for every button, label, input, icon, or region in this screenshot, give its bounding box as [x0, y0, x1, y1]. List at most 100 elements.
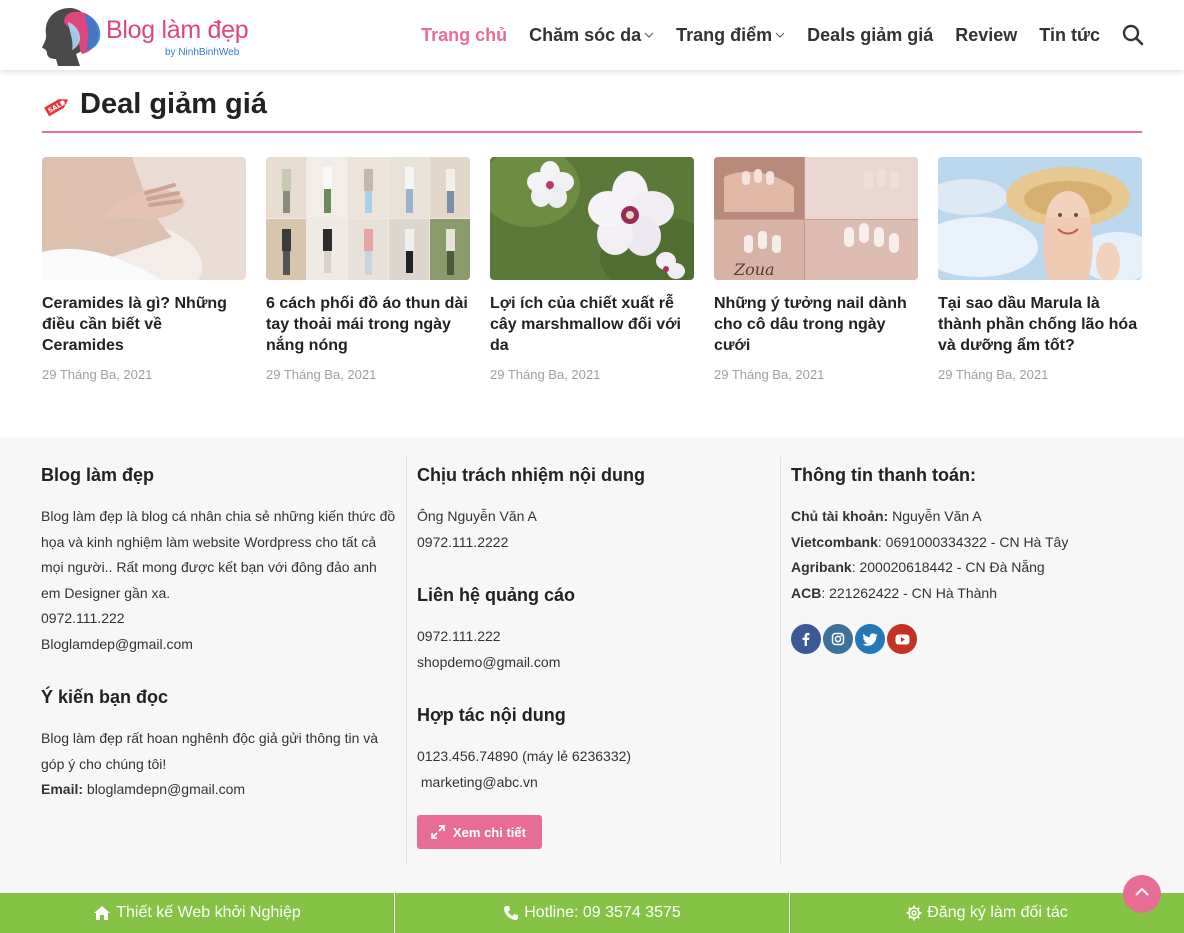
- post-date: 29 Tháng Ba, 2021: [938, 367, 1049, 382]
- bank-detail: : 0691000334322 - CN Hà Tây: [877, 533, 1069, 550]
- post-card[interactable]: 6 cách phối đồ áo thun dài tay thoải mái…: [266, 157, 470, 382]
- logo-subtitle: by NinhBinhWeb: [165, 47, 240, 58]
- sale-tag-icon: SALE: [44, 98, 69, 116]
- chevron-down-icon: [644, 32, 654, 38]
- nav-item-label: Review: [955, 24, 1018, 45]
- post-title[interactable]: Tại sao dầu Marula là thành phần chống l…: [938, 293, 1142, 356]
- footer-ads-phone: 0972.111.222: [417, 628, 501, 644]
- footer-coop-email: marketing@abc.vn: [417, 773, 538, 790]
- bank-name: Vietcombank: [791, 533, 878, 550]
- nav-item-label: Chăm sóc da: [529, 24, 642, 45]
- main-nav: Trang chủ Chăm sóc da Trang điểm Deals g…: [399, 0, 1144, 70]
- nav-item-skincare[interactable]: Chăm sóc da: [529, 25, 654, 46]
- logo-title: Blog làm đẹp: [106, 16, 249, 44]
- bank-name: Agribank: [791, 559, 852, 575]
- nav-item-deals[interactable]: Deals giảm giá: [807, 25, 933, 46]
- search-icon[interactable]: [1122, 24, 1144, 46]
- footer-column-about: Blog làm đẹp Blog làm đẹp là blog cá nhâ…: [41, 457, 396, 863]
- footer-ads-email: shopdemo@gmail.com: [417, 653, 561, 670]
- footer-heading: Chịu trách nhiệm nội dung: [417, 465, 645, 485]
- footer-heading: Ý kiến bạn đọc: [41, 687, 169, 707]
- bank-info: Vietcombank: 0691000334322 - CN Hà Tây: [791, 530, 1150, 556]
- hotline-link[interactable]: Hotline: 09 3574 3575: [395, 893, 790, 933]
- post-card[interactable]: Zoua Những ý tưởng nail dành cho cô dâu …: [714, 157, 918, 382]
- nav-item-review[interactable]: Review: [955, 25, 1017, 46]
- owner-label: Chủ tài khoản:: [791, 508, 889, 524]
- gear-icon: [906, 905, 922, 921]
- footer-heading: Hợp tác nội dung: [417, 705, 566, 725]
- bank-info: ACB: 221262422 - CN Hà Thành: [791, 581, 1150, 607]
- instagram-icon[interactable]: [823, 624, 853, 654]
- back-to-top-button[interactable]: [1123, 875, 1161, 913]
- footer-column-contact: Chịu trách nhiệm nội dung Ông Nguyễn Văn…: [406, 457, 779, 863]
- post-title[interactable]: Lợi ích của chiết xuất rễ cây marshmallo…: [490, 293, 694, 356]
- view-details-label: Xem chi tiết: [453, 824, 526, 840]
- bottom-bar-label: Thiết kế Web khởi Nghiệp: [116, 904, 301, 921]
- footer-feedback-text: Blog làm đẹp rất hoan nghênh độc giả gửi…: [41, 730, 379, 772]
- account-owner: Chủ tài khoản: Nguyễn Văn A: [791, 504, 1150, 530]
- svg-text:SALE: SALE: [47, 98, 67, 114]
- post-title[interactable]: 6 cách phối đồ áo thun dài tay thoải mái…: [266, 293, 470, 356]
- post-card[interactable]: Lợi ích của chiết xuất rễ cây marshmallo…: [490, 157, 694, 382]
- deal-post-list: Ceramides là gì? Những điều cần biết về …: [42, 157, 1142, 382]
- email-value: bloglamdepn@gmail.com: [86, 781, 246, 797]
- logo-face-icon: [42, 8, 101, 66]
- footer-heading: Thông tin thanh toán:: [791, 465, 976, 485]
- social-links: [791, 624, 1150, 654]
- post-date: 29 Tháng Ba, 2021: [714, 367, 825, 382]
- view-details-button[interactable]: Xem chi tiết: [417, 815, 542, 849]
- post-title[interactable]: Những ý tưởng nail dành cho cô dâu trong…: [714, 293, 918, 356]
- post-date: 29 Tháng Ba, 2021: [42, 367, 153, 382]
- nav-item-label: Tin tức: [1039, 24, 1100, 45]
- home-icon: [94, 906, 111, 920]
- footer-heading: Blog làm đẹp: [41, 465, 155, 485]
- footer-phone: 0972.111.222: [41, 610, 125, 626]
- post-thumbnail[interactable]: [938, 157, 1142, 280]
- owner-value: Nguyễn Văn A: [888, 508, 982, 524]
- site-header: Blog làm đẹp by NinhBinhWeb Trang chủ Ch…: [0, 0, 1184, 70]
- footer-about-text: Blog làm đẹp là blog cá nhân chia sẻ nhữ…: [41, 508, 396, 601]
- email-label: Email:: [41, 781, 84, 797]
- footer-responsible-phone: 0972.111.2222: [417, 533, 509, 550]
- section-title: Deal giảm giá: [80, 88, 267, 120]
- site-footer: Blog làm đẹp Blog làm đẹp là blog cá nhâ…: [0, 437, 1184, 893]
- footer-feedback-email: Email: bloglamdepn@gmail.com: [41, 777, 396, 803]
- post-thumbnail[interactable]: [266, 157, 470, 280]
- youtube-icon[interactable]: [887, 624, 917, 654]
- post-card[interactable]: Tại sao dầu Marula là thành phần chống l…: [938, 157, 1142, 382]
- svg-text:Zoua: Zoua: [733, 260, 775, 279]
- bank-detail: : 221262422 - CN Hà Thành: [821, 584, 997, 601]
- post-title[interactable]: Ceramides là gì? Những điều cần biết về …: [42, 293, 246, 356]
- post-thumbnail[interactable]: [490, 157, 694, 280]
- nav-item-home[interactable]: Trang chủ: [421, 25, 507, 46]
- post-card[interactable]: Ceramides là gì? Những điều cần biết về …: [42, 157, 246, 382]
- nav-item-news[interactable]: Tin tức: [1039, 25, 1100, 46]
- chevron-up-icon: [1135, 887, 1149, 896]
- nav-item-makeup[interactable]: Trang điểm: [676, 25, 785, 46]
- post-date: 29 Tháng Ba, 2021: [266, 367, 377, 382]
- bank-name: ACB: [791, 584, 822, 601]
- bank-detail: : 200020618442 - CN Đà Nẵng: [851, 559, 1045, 575]
- nav-item-label: Trang chủ: [421, 24, 508, 45]
- footer-responsible-name: Ông Nguyễn Văn A: [417, 508, 537, 524]
- web-design-link[interactable]: Thiết kế Web khởi Nghiệp: [0, 893, 395, 933]
- twitter-icon[interactable]: [855, 624, 885, 654]
- nav-item-label: Trang điểm: [676, 24, 773, 45]
- bottom-bar-label: Hotline: 09 3574 3575: [524, 904, 681, 921]
- footer-email: Bloglamdep@gmail.com: [41, 635, 193, 652]
- post-date: 29 Tháng Ba, 2021: [490, 367, 601, 382]
- footer-heading: Liên hệ quảng cáo: [417, 585, 576, 605]
- footer-coop-phone: 0123.456.74890 (máy lẻ 6236332): [417, 748, 632, 764]
- bottom-action-bar: Thiết kế Web khởi Nghiệp Hotline: 09 357…: [0, 893, 1184, 933]
- bank-info: Agribank: 200020618442 - CN Đà Nẵng: [791, 555, 1150, 581]
- facebook-icon[interactable]: [791, 624, 821, 654]
- post-thumbnail[interactable]: [42, 157, 246, 280]
- site-logo[interactable]: Blog làm đẹp by NinhBinhWeb: [40, 4, 280, 66]
- expand-icon: [431, 825, 445, 839]
- phone-icon: [504, 906, 519, 920]
- deals-section-header: SALE Deal giảm giá: [42, 84, 1142, 133]
- chevron-down-icon: [775, 32, 785, 38]
- footer-column-payment: Thông tin thanh toán: Chủ tài khoản: Ngu…: [780, 457, 1150, 863]
- bottom-bar-label: Đăng ký làm đối tác: [927, 904, 1068, 921]
- post-thumbnail[interactable]: Zoua: [714, 157, 918, 280]
